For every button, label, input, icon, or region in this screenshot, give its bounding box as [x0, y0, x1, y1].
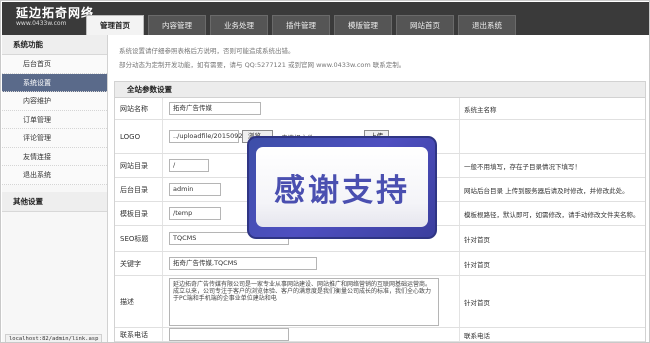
field-note: 模板根路径，默认即可，如需修改，请手动修改文件夹名称。: [464, 210, 640, 219]
top-header: 延边拓奇网络 www.0433w.com 管理首页 内容管理 业务处理 插件管理…: [2, 2, 649, 35]
phone-input[interactable]: [169, 328, 289, 341]
intro-line-1: 系统设置请仔细参照表格后方说明，否则可能造成系统出错。: [119, 47, 295, 55]
field-note: 针对首页: [464, 260, 490, 269]
overlay-text: 感谢支持: [274, 172, 410, 209]
sidebar-item-system-settings[interactable]: 系统设置: [2, 73, 107, 92]
field-note: 联系电话: [464, 331, 490, 340]
field-label: 关键字: [115, 252, 163, 275]
field-label: LOGO: [115, 120, 163, 153]
sidebar-item-logout[interactable]: 退出系统: [2, 166, 107, 185]
keywords-input[interactable]: 拓奇广告传媒,TQCMS: [169, 257, 317, 270]
sidebar: 系统功能 后台首页 系统设置 内容维护 订单管理 评论管理 友情连接 退出系统 …: [2, 35, 108, 342]
settings-row: 关键字 拓奇广告传媒,TQCMS 针对首页: [115, 252, 645, 276]
settings-row: 联系电话 联系电话: [115, 328, 645, 342]
field-note: 网站后台目录 上传到服务器后请及时修改，并修改此处。: [464, 186, 629, 195]
logo-title: 延边拓奇网络: [16, 6, 95, 20]
main-nav: 管理首页 内容管理 业务处理 插件管理 模版管理 网站首页 退出系统: [86, 15, 520, 35]
tab-content-management[interactable]: 内容管理: [148, 15, 206, 35]
field-label: 联系电话: [115, 328, 163, 341]
tab-plugins[interactable]: 插件管理: [272, 15, 330, 35]
tab-logout[interactable]: 退出系统: [458, 15, 516, 35]
field-note: 针对首页: [464, 298, 490, 307]
logo-url: www.0433w.com: [16, 20, 67, 27]
sidebar-item-orders[interactable]: 订单管理: [2, 110, 107, 129]
tab-templates[interactable]: 模版管理: [334, 15, 392, 35]
field-note: 系统主名称: [464, 105, 497, 114]
field-note: 针对首页: [464, 235, 490, 244]
field-note: [460, 120, 645, 153]
description-textarea[interactable]: 延边拓奇广告传媒有限公司是一家专业从事网站建设、网站推广和网络营销的互联网基础运…: [169, 277, 439, 326]
status-bar-url: localhost:82/admin/link.asp: [5, 334, 103, 342]
template-dir-input[interactable]: /temp: [169, 207, 221, 220]
sidebar-item-comments[interactable]: 评论管理: [2, 129, 107, 148]
site-name-input[interactable]: 拓奇广告传媒: [169, 102, 261, 115]
sidebar-group-other[interactable]: 其他设置: [2, 191, 107, 212]
sidebar-item-links[interactable]: 友情连接: [2, 147, 107, 166]
section-title: 全站参数设置: [115, 82, 645, 98]
field-label: 网站目录: [115, 154, 163, 177]
settings-row: 描述 延边拓奇广告传媒有限公司是一家专业从事网站建设、网站推广和网络营销的互联网…: [115, 276, 645, 328]
field-label: 模板目录: [115, 202, 163, 225]
field-label: 描述: [115, 276, 163, 327]
logo-path-input[interactable]: ../uploadfile/20150921/: [169, 130, 249, 143]
sidebar-group-system[interactable]: 系统功能: [2, 35, 107, 55]
field-label: 网站名称: [115, 98, 163, 119]
field-label: 后台目录: [115, 178, 163, 201]
site-logo[interactable]: 延边拓奇网络 www.0433w.com: [16, 6, 94, 28]
intro-line-2: 部分动态为定制开发功能，如有需要，请与 QQ:5277121 或到官网 www.…: [119, 61, 406, 69]
tab-business[interactable]: 业务处理: [210, 15, 268, 35]
settings-row: 网站名称 拓奇广告传媒 系统主名称: [115, 98, 645, 120]
field-label: SEO标题: [115, 226, 163, 251]
thanks-overlay-badge: 感谢支持: [247, 136, 437, 239]
intro-text: 系统设置请仔细参照表格后方说明，否则可能造成系统出错。 部分动态为定制开发功能，…: [119, 44, 405, 72]
sidebar-item-content[interactable]: 内容维护: [2, 92, 107, 111]
site-dir-input[interactable]: /: [169, 159, 209, 172]
sidebar-item-admin-home[interactable]: 后台首页: [2, 55, 107, 74]
tab-site-home[interactable]: 网站首页: [396, 15, 454, 35]
app-window: 延边拓奇网络 www.0433w.com 管理首页 内容管理 业务处理 插件管理…: [0, 0, 650, 343]
tab-admin-home[interactable]: 管理首页: [86, 15, 144, 35]
field-note: 一般不用填写，存在子目录情况下填写！: [464, 162, 581, 171]
admin-dir-input[interactable]: admin: [169, 183, 221, 196]
